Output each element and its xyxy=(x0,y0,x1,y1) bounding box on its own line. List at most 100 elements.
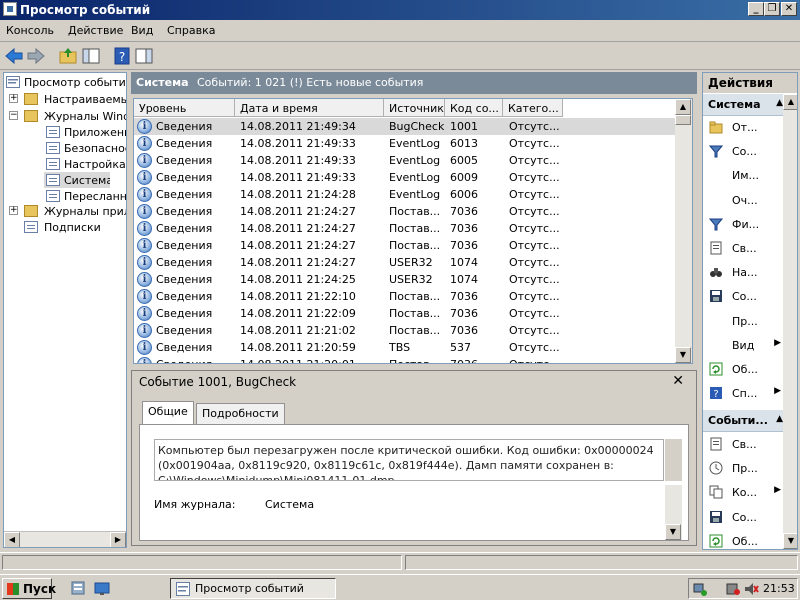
table-row[interactable]: i Сведения 14.08.2011 21:24:28 EventLog 6006… xyxy=(134,186,676,203)
actions-section-system[interactable]: Система ▲ xyxy=(703,94,787,116)
actions-section-event[interactable]: Событи... ▲ xyxy=(703,410,787,432)
table-row[interactable]: i Сведения 14.08.2011 21:49:33 EventLog 6009… xyxy=(134,169,676,186)
volume-icon[interactable] xyxy=(743,581,759,597)
menu-console[interactable]: Консоль xyxy=(6,24,54,37)
collapse-up-icon[interactable]: ▲ xyxy=(776,98,783,108)
row-event-id: 7036 xyxy=(450,239,478,252)
table-row[interactable]: i Сведения 14.08.2011 21:24:27 Постав... 703… xyxy=(134,237,676,254)
minimize-button[interactable]: _ xyxy=(748,2,764,16)
action-item[interactable]: Им... xyxy=(703,165,785,187)
event-viewer-icon xyxy=(6,76,20,88)
scroll-left-icon[interactable]: ◀ xyxy=(4,532,20,547)
expand-toggle[interactable]: + xyxy=(9,206,18,215)
menu-help[interactable]: Справка xyxy=(167,24,215,37)
panel-scrollbar[interactable]: ▼ xyxy=(665,485,682,540)
column-header-datetime[interactable]: Дата и время xyxy=(235,99,384,117)
action-item[interactable]: Ко... ▶ xyxy=(703,482,785,504)
action-item[interactable]: Пр... xyxy=(703,458,785,480)
back-arrow-icon[interactable] xyxy=(4,46,24,66)
network-icon[interactable] xyxy=(692,581,708,597)
help-icon[interactable]: ? xyxy=(112,46,132,66)
table-row[interactable]: i Сведения 14.08.2011 21:24:27 USER32 1074 От… xyxy=(134,254,676,271)
tree-item-app-logs[interactable]: Журналы приложений xyxy=(22,203,126,219)
log-icon xyxy=(46,190,60,202)
column-header-level[interactable]: Уровень xyxy=(134,99,235,117)
table-row[interactable]: i Сведения 14.08.2011 21:49:34 BugCheck 1001… xyxy=(134,118,676,135)
tree-item-subscriptions[interactable]: Подписки xyxy=(22,219,126,235)
info-icon: i xyxy=(137,119,152,134)
action-item[interactable]: От... xyxy=(703,117,785,139)
column-header-event-id[interactable]: Код со... xyxy=(445,99,503,117)
table-row[interactable]: i Сведения 14.08.2011 21:22:10 Постав... 703… xyxy=(134,288,676,305)
tree-item-application[interactable]: Приложение xyxy=(44,124,126,140)
events-vertical-scrollbar[interactable]: ▲ ▼ xyxy=(675,99,692,363)
taskbar-item-event-viewer[interactable]: Просмотр событий xyxy=(170,578,336,599)
expand-toggle[interactable]: + xyxy=(9,94,18,103)
tree-item-forwarded[interactable]: Пересланные xyxy=(44,188,126,204)
action-item[interactable]: Св... xyxy=(703,238,785,260)
table-row[interactable]: i Сведения 14.08.2011 21:49:33 EventLog 6005… xyxy=(134,152,676,169)
menu-view[interactable]: Вид xyxy=(131,24,153,37)
scroll-right-icon[interactable]: ▶ xyxy=(110,532,126,547)
restore-button[interactable]: ❐ xyxy=(764,2,780,16)
start-button[interactable]: Пуск xyxy=(2,578,56,599)
scroll-up-icon[interactable]: ▲ xyxy=(675,99,691,115)
action-item[interactable]: Св... xyxy=(703,434,785,456)
action-item[interactable]: Об... xyxy=(703,531,785,549)
event-message[interactable]: Компьютер был перезагружен после критиче… xyxy=(154,439,664,481)
tree-item-windows-logs[interactable]: Журналы Windows xyxy=(22,108,126,124)
action-item[interactable]: Со... xyxy=(703,286,785,308)
close-button[interactable]: ✕ xyxy=(781,2,797,16)
scroll-down-icon[interactable]: ▼ xyxy=(665,524,681,540)
action-item[interactable]: Вид ▶ xyxy=(703,335,785,357)
tab-details[interactable]: Подробности xyxy=(196,403,285,424)
action-item[interactable]: ? Сп... ▶ xyxy=(703,383,785,405)
column-header-source[interactable]: Источник xyxy=(384,99,445,117)
table-row[interactable]: i Сведения 14.08.2011 21:22:09 Постав... 703… xyxy=(134,305,676,322)
action-item[interactable]: Об... xyxy=(703,359,785,381)
table-row[interactable]: i Сведения 14.08.2011 21:20:59 TBS 537 Отсутс… xyxy=(134,339,676,356)
tree-root[interactable]: Просмотр событий xyxy=(6,74,126,90)
scroll-down-icon[interactable]: ▼ xyxy=(675,347,691,363)
action-item[interactable]: Пр... xyxy=(703,311,785,333)
actions-scrollbar[interactable]: ▲ ▼ xyxy=(783,94,797,549)
table-row[interactable]: i Сведения 14.08.2011 21:24:27 Постав... 703… xyxy=(134,203,676,220)
scroll-up-icon[interactable]: ▲ xyxy=(783,94,797,110)
collapse-toggle[interactable]: − xyxy=(9,111,18,120)
action-center-icon[interactable] xyxy=(725,581,741,597)
show-actions-icon[interactable] xyxy=(134,46,154,66)
tab-general[interactable]: Общие xyxy=(142,401,194,425)
table-row[interactable]: i Сведения 14.08.2011 21:49:33 EventLog 6013… xyxy=(134,135,676,152)
scroll-down-icon[interactable]: ▼ xyxy=(783,533,797,549)
menu-action[interactable]: Действие xyxy=(68,24,123,37)
row-level: Сведения xyxy=(156,256,213,269)
server-manager-icon[interactable] xyxy=(70,580,86,596)
table-row[interactable]: i Сведения 14.08.2011 21:24:27 Постав... 703… xyxy=(134,220,676,237)
tree-item-security[interactable]: Безопасность xyxy=(44,140,126,156)
tree-horizontal-scrollbar[interactable]: ◀ ▶ xyxy=(4,531,126,547)
action-item[interactable]: Со... xyxy=(703,507,785,529)
action-item[interactable]: Со... xyxy=(703,141,785,163)
table-row[interactable]: i Сведения 14.08.2011 21:21:02 Постав... 703… xyxy=(134,322,676,339)
table-row[interactable]: i Сведения 14.08.2011 21:24:25 USER32 1074 От… xyxy=(134,271,676,288)
tree-item-setup[interactable]: Настройка xyxy=(44,156,126,172)
message-scrollbar[interactable] xyxy=(665,439,682,481)
tree-item-system[interactable]: Система xyxy=(44,172,110,188)
row-event-id: 6009 xyxy=(450,171,478,184)
forward-arrow-icon[interactable] xyxy=(26,46,46,66)
collapse-up-icon[interactable]: ▲ xyxy=(776,414,783,424)
up-folder-icon[interactable] xyxy=(58,46,78,66)
show-desktop-icon[interactable] xyxy=(94,580,110,596)
close-detail-icon[interactable]: ✕ xyxy=(672,373,684,389)
show-tree-icon[interactable] xyxy=(81,46,101,66)
info-icon: i xyxy=(137,170,152,185)
action-item[interactable]: Фи... xyxy=(703,214,785,236)
action-item[interactable]: Оч... xyxy=(703,190,785,212)
scroll-thumb[interactable] xyxy=(675,115,691,125)
tree-item-custom-views[interactable]: Настраиваемые xyxy=(22,91,126,107)
table-row[interactable]: i Сведения 14.08.2011 21:20:01 Постав... 703… xyxy=(134,356,676,363)
action-item[interactable]: На... xyxy=(703,262,785,284)
column-header-category[interactable]: Катего... xyxy=(503,99,563,117)
action-item-label: Св... xyxy=(732,242,757,255)
status-bar xyxy=(0,552,800,572)
